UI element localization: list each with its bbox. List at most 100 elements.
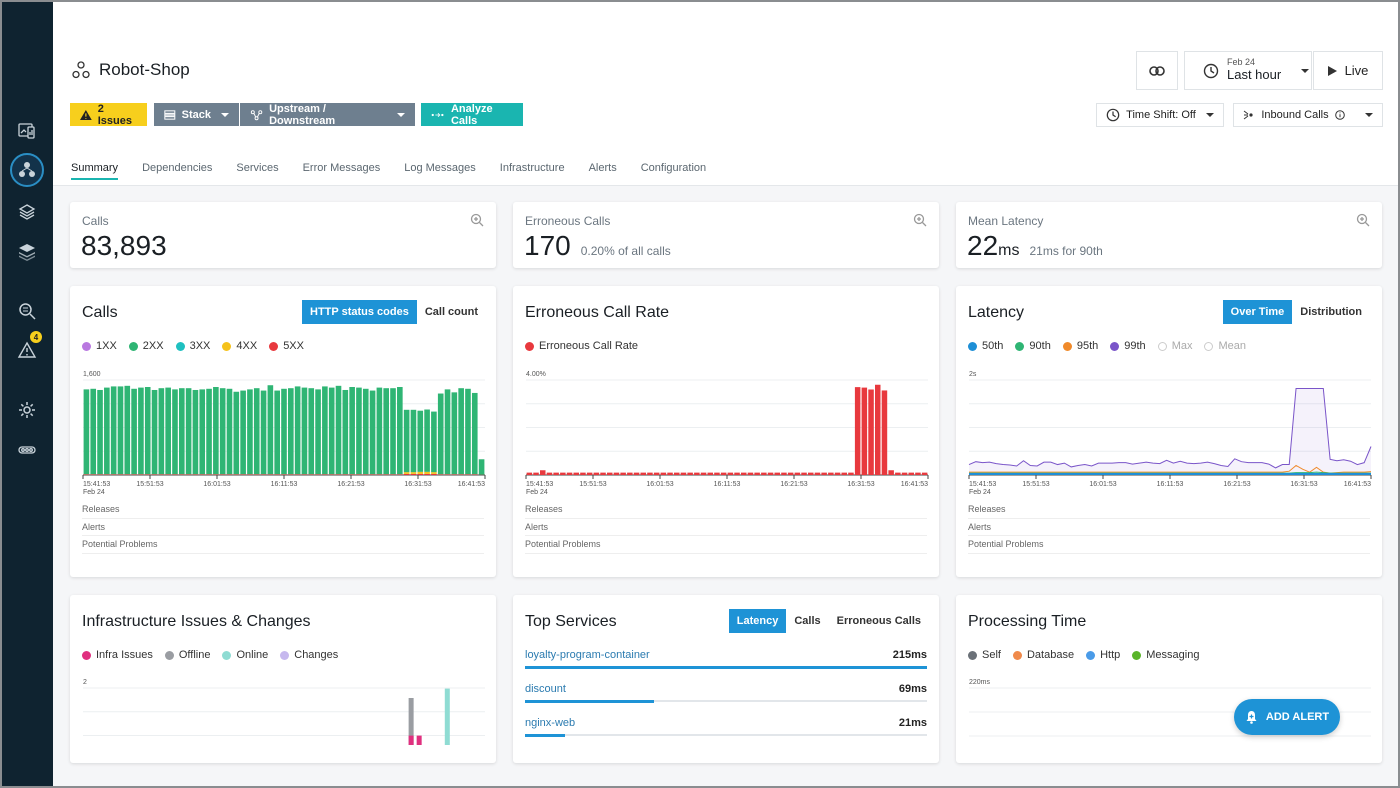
bar-2xx [294, 386, 301, 475]
infrastructure-chart[interactable]: 2 [70, 595, 496, 763]
kpi-erroneous-card: Erroneous Calls 170 0.20% of all calls [513, 202, 939, 268]
tab-error-messages[interactable]: Error Messages [303, 162, 381, 180]
clock-icon [1106, 108, 1120, 122]
analyze-calls-button[interactable]: Analyze Calls [421, 103, 523, 127]
bar-error-rate [895, 472, 901, 475]
calls-toggle[interactable]: Calls [786, 609, 828, 633]
zoom-in-icon[interactable] [470, 213, 484, 227]
service-link[interactable]: nginx-web [525, 717, 575, 729]
bar-error-rate [667, 472, 673, 475]
live-label: Live [1344, 63, 1369, 78]
issues-button[interactable]: 2 Issues [70, 103, 147, 127]
info-icon[interactable] [1334, 110, 1345, 120]
service-row[interactable]: discount 69ms [525, 683, 927, 717]
bar-5xx [151, 474, 158, 475]
tab-infrastructure[interactable]: Infrastructure [500, 162, 565, 180]
service-bar-fill [525, 700, 654, 703]
copy-link-button[interactable] [1136, 51, 1178, 90]
service-link[interactable]: loyalty-program-container [525, 649, 650, 661]
page-title: Robot-Shop [71, 60, 190, 80]
latency-toggle[interactable]: Latency [728, 609, 787, 633]
stack-dropdown[interactable]: Stack [154, 103, 239, 126]
live-button[interactable]: Live [1313, 51, 1383, 90]
clock-icon [1203, 63, 1219, 78]
event-rows: Releases Alerts Potential Problems [525, 501, 927, 554]
bar-2xx [403, 409, 410, 473]
tab-configuration[interactable]: Configuration [641, 162, 706, 180]
sidebar-item-settings[interactable] [10, 393, 44, 427]
zoom-in-icon[interactable] [913, 213, 927, 227]
erroneous-call-rate-chart[interactable]: 4.00% 15:41:53 15:51:53 16:01:53 16:11:53 16:… [513, 286, 939, 501]
calls-chart[interactable]: 1,600 15:41:53 15:51:53 16:01:53 16:11:53 16:… [70, 286, 496, 501]
service-row[interactable]: loyalty-program-container 215ms [525, 649, 927, 683]
sidebar-item-applications[interactable] [10, 153, 44, 187]
sidebar-item-platforms[interactable] [10, 195, 44, 229]
service-latency: 21ms [898, 717, 927, 729]
bar-2xx [274, 390, 280, 475]
kpi-subtext: 21ms for 90th [1029, 244, 1103, 258]
x-date-label: Feb 24 [526, 489, 548, 496]
tab-log-messages[interactable]: Log Messages [404, 162, 476, 180]
tab-alerts[interactable]: Alerts [589, 162, 617, 180]
bar-5xx [253, 474, 260, 475]
bar-4xx [431, 472, 437, 474]
latency-chart[interactable]: 2s 15:41:53 15:51:53 16:01:53 16:11:53 16:21:… [956, 286, 1382, 501]
bar-2xx [328, 387, 335, 475]
bar-2xx [131, 388, 137, 475]
bar-2xx [219, 388, 226, 475]
event-bar-online [444, 688, 450, 745]
bar-2xx [144, 387, 151, 475]
service-link[interactable]: discount [525, 683, 566, 695]
zoom-in-icon[interactable] [1356, 213, 1370, 227]
sidebar-item-events[interactable]: 4 [10, 331, 44, 367]
sidebar-item-analytics[interactable] [10, 294, 44, 328]
tab-summary[interactable]: Summary [71, 162, 119, 180]
service-bar-fill [525, 734, 566, 737]
x-tick-label: 15:41:53 [526, 481, 553, 488]
bar-2xx [437, 393, 444, 475]
x-tick-label: 15:51:53 [579, 481, 606, 488]
bar-5xx [444, 474, 451, 475]
bar-2xx [349, 387, 355, 475]
processing-time-chart[interactable]: 220ms [956, 595, 1382, 763]
processing-time-panel: Processing Time Self Database Http Messa… [956, 595, 1382, 763]
bar-error-rate [660, 472, 667, 475]
bar-error-rate [908, 472, 914, 475]
bar-error-rate [754, 472, 760, 475]
bar-error-rate [533, 472, 539, 475]
x-tick-label: 16:41:53 [1344, 481, 1371, 488]
bar-5xx [322, 474, 328, 475]
erroneous-call-rate-panel: Erroneous Call Rate Erroneous Call Rate … [513, 286, 939, 577]
sidebar-item-website-monitoring[interactable] [10, 114, 44, 148]
bar-error-rate [848, 472, 854, 475]
x-tick-label: 16:21:53 [337, 481, 364, 488]
kpi-latency-card: Mean Latency 22ms 21ms for 90th [956, 202, 1382, 268]
bar-error-rate [647, 472, 653, 475]
stack-label: Stack [181, 108, 211, 121]
bar-5xx [281, 474, 287, 475]
bar-2xx [172, 389, 178, 475]
timepicker-dropdown[interactable]: Feb 24 Last hour [1184, 51, 1312, 90]
bar-5xx [165, 474, 171, 475]
upstream-downstream-label: Upstream / Downstream [269, 102, 336, 127]
sidebar-item-more[interactable] [10, 433, 44, 467]
bar-5xx [97, 474, 103, 475]
upstream-downstream-dropdown[interactable]: Upstream / Downstream [240, 102, 415, 127]
potential-problems-row: Potential Problems [82, 536, 484, 554]
service-row[interactable]: nginx-web 21ms [525, 717, 927, 751]
x-tick-label: 16:31:53 [1290, 481, 1317, 488]
bar-5xx [335, 474, 342, 475]
inbound-calls-dropdown[interactable]: Inbound Calls [1233, 103, 1383, 127]
sidebar-item-infrastructure[interactable] [10, 235, 44, 269]
bar-error-rate [828, 472, 834, 475]
add-alert-button[interactable]: ADD ALERT [1234, 699, 1340, 735]
bar-2xx [165, 387, 171, 475]
bar-5xx [437, 474, 444, 475]
time-shift-dropdown[interactable]: Time Shift: Off [1096, 103, 1224, 127]
tab-services[interactable]: Services [236, 162, 278, 180]
releases-row: Releases [968, 501, 1370, 519]
bar-5xx [144, 474, 151, 475]
tab-dependencies[interactable]: Dependencies [142, 162, 212, 180]
service-latency: 215ms [892, 649, 927, 661]
erroneous-calls-toggle[interactable]: Erroneous Calls [829, 609, 929, 633]
